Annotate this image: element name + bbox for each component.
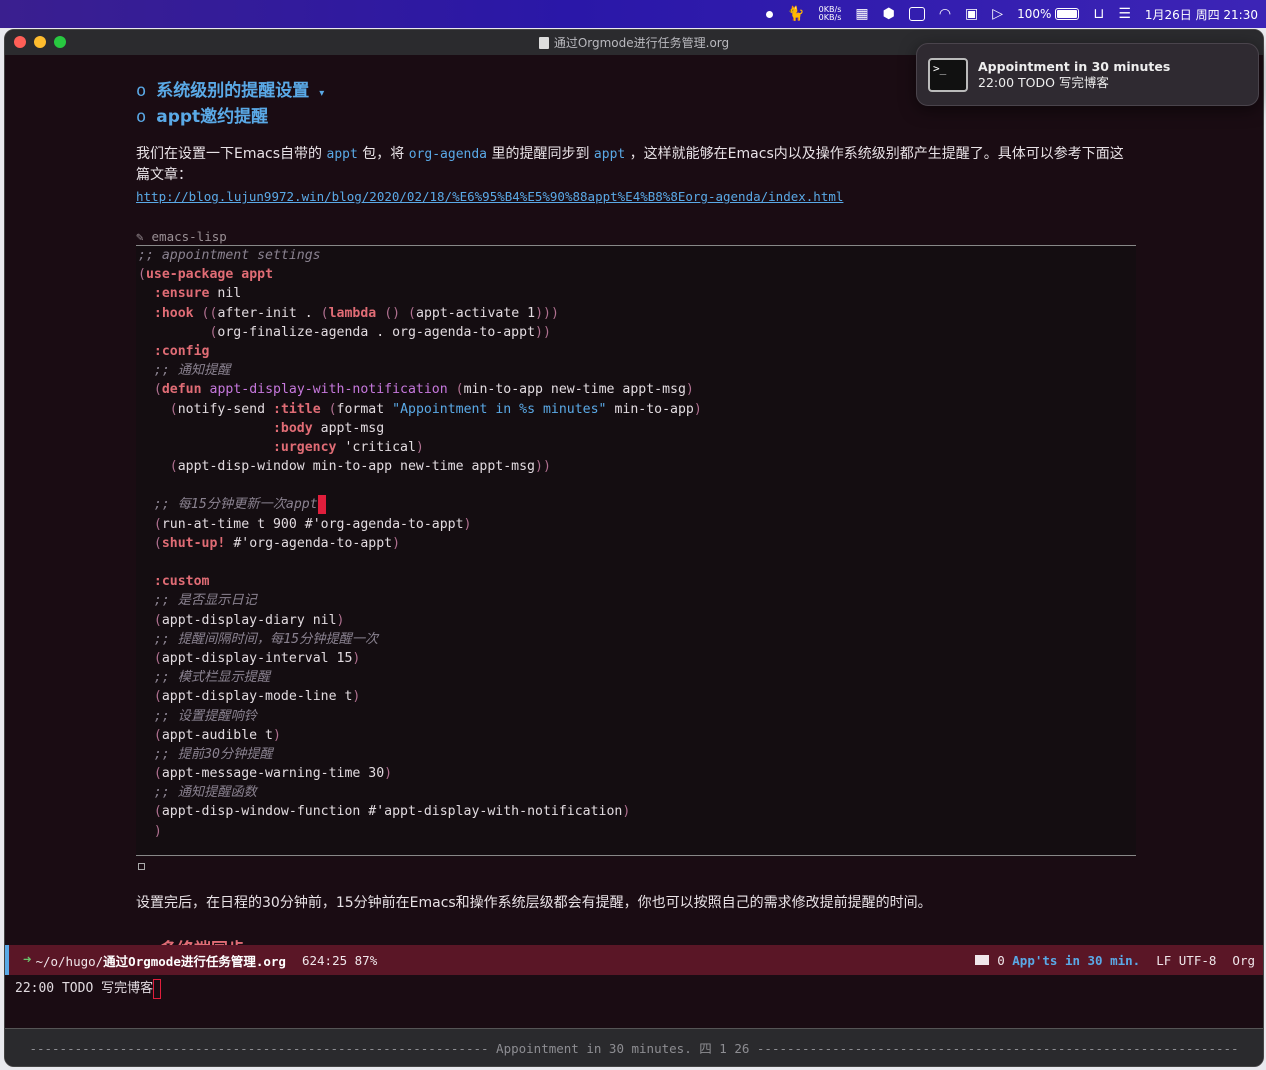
appt-count: 0 [997,952,1005,968]
menubar: 🐈 0KB/s 0KB/s ▦ ⬢ ◠ ▣ ▷ 100% ⊔ ☰ 1月26日 周… [0,0,1266,28]
heading-system-reminder[interactable]: o 系统级别的提醒设置 ▾ [136,76,324,101]
cpu-icon[interactable]: ▦ [855,6,868,22]
minibuffer[interactable]: ----------------------------------------… [5,1028,1263,1066]
major-mode[interactable]: Org [1232,953,1255,968]
pencil-icon: ✎ [136,229,144,244]
network-speed[interactable]: 0KB/s 0KB/s [819,6,842,22]
notification-title: Appointment in 30 minutes [978,58,1171,74]
paragraph-summary: 设置完后，在日程的30分钟前，15分钟前在Emacs和操作系统层级都会有提醒，你… [136,895,932,911]
battery-percent: 100% [1017,7,1052,21]
document-icon [538,36,549,49]
minimize-window-button[interactable] [34,36,46,48]
input-method-icon[interactable]: ⊔ [1093,6,1104,22]
src-block-header: ✎ emacs-lisp [136,229,1136,246]
emacs-window: 通过Orgmode进行任务管理.org o 系统级别的提醒设置 ▾ o appt邀约提… [4,29,1264,1067]
src-block-footer [136,855,1136,856]
net-down: 0KB/s [818,13,842,22]
reference-link[interactable]: http://blog.lujun9972.win/blog/2020/02/1… [136,189,843,204]
cat-icon[interactable]: 🐈 [787,6,804,22]
echo-cursor [153,978,162,999]
editor-buffer[interactable]: o 系统级别的提醒设置 ▾ o appt邀约提醒 我们在设置一下Emacs自带的 ap… [5,55,1263,945]
battery-icon [1055,8,1080,20]
minibuffer-message: ----------------------------------------… [29,1041,1239,1056]
appointment-notification[interactable]: >_ Appointment in 30 minutes 22:00 TODO … [916,43,1259,106]
echo-area[interactable]: 22:00 TODO 写完博客 [15,977,162,999]
emacs-logo-icon: ➜ [23,952,32,968]
mode-line: ➜ ~/o/hugo/通过Orgmode进行任务管理.org 624:25 87… [5,945,1263,975]
control-center-icon[interactable]: ☰ [1118,6,1131,22]
wifi-icon[interactable]: ◠ [939,6,951,22]
shield-icon[interactable]: ⬢ [883,6,895,22]
notification-body: 22:00 TODO 写完博客 [978,74,1109,90]
play-icon[interactable]: ▷ [992,6,1003,22]
menubar-clock[interactable]: 1月26日 周四 21:30 [1145,6,1258,23]
end-marker-icon [138,863,145,870]
zoom-window-button[interactable] [54,36,66,48]
terminal-icon: >_ [928,57,968,92]
battery-status[interactable]: 100% [1017,7,1080,21]
recording-dot-icon[interactable] [766,10,774,18]
buffer-path[interactable]: ~/o/hugo/通过Orgmode进行任务管理.org [35,951,286,970]
window-title: 通过Orgmode进行任务管理.org [553,36,730,50]
paragraph-intro: 我们在设置一下Emacs自带的 appt 包，将 org-agenda 里的提醒… [136,146,1124,183]
text-cursor [317,495,326,515]
encoding-indicator[interactable]: LF UTF-8 [1156,953,1216,968]
fold-indicator-icon[interactable]: ▾ [319,88,324,99]
mail-icon[interactable] [975,955,990,965]
heading-multi-device-sync[interactable]: 多终端同步 [160,935,245,945]
cursor-position: 624:25 87% [301,952,378,968]
src-block[interactable]: ;; appointment settings (use-package app… [136,246,1136,856]
window-icon[interactable] [908,7,925,21]
heading-appt[interactable]: o appt邀约提醒 [136,102,268,127]
photo-icon[interactable]: ▣ [965,6,978,22]
close-window-button[interactable] [14,36,26,48]
appt-status[interactable]: App'ts in 30 min. [1012,953,1140,968]
